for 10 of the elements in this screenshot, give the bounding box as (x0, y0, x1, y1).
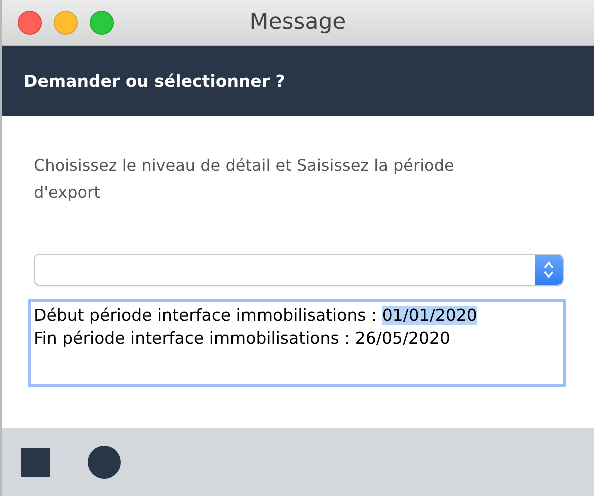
zoom-button[interactable] (90, 10, 114, 34)
record-button[interactable] (88, 446, 121, 478)
chevron-up-down-icon (543, 260, 555, 280)
text-area[interactable]: Début période interface immobilisations : 01/01/2020 Fin période interface immobilisations : 26/05/2020 (28, 299, 566, 387)
minimize-button[interactable] (54, 10, 78, 34)
window-title: Message (250, 10, 346, 35)
header-title: Demander ou sélectionner ? (24, 72, 286, 90)
description-text: Choisissez le niveau de détail et Saisissez la période d'export (33, 155, 456, 204)
close-button[interactable] (18, 10, 42, 34)
select-field[interactable] (34, 254, 564, 286)
